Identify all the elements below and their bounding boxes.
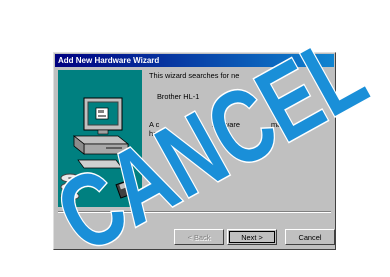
device-name: Brother HL-1 xyxy=(157,92,200,101)
back-button[interactable]: < Back xyxy=(174,229,224,245)
next-button[interactable]: Next > xyxy=(227,229,277,245)
description-text-c: makes a xyxy=(271,120,299,129)
description-text-line2: hardw xyxy=(149,129,170,138)
description-text-b: software xyxy=(212,120,240,129)
wizard-dialog: Add New Hardware Wizard This wizard sear… xyxy=(53,52,336,250)
description-text-a: A c xyxy=(149,120,160,129)
title-bar: Add New Hardware Wizard xyxy=(55,54,334,67)
intro-text-end: s for: xyxy=(259,71,276,80)
intro-text: This wizard searches for ne xyxy=(149,71,240,80)
window-title: Add New Hardware Wizard xyxy=(58,56,160,65)
button-separator xyxy=(58,211,331,213)
wizard-side-panel xyxy=(58,70,142,207)
cancel-button[interactable]: Cancel xyxy=(285,229,335,245)
computer-illustration xyxy=(60,97,135,201)
